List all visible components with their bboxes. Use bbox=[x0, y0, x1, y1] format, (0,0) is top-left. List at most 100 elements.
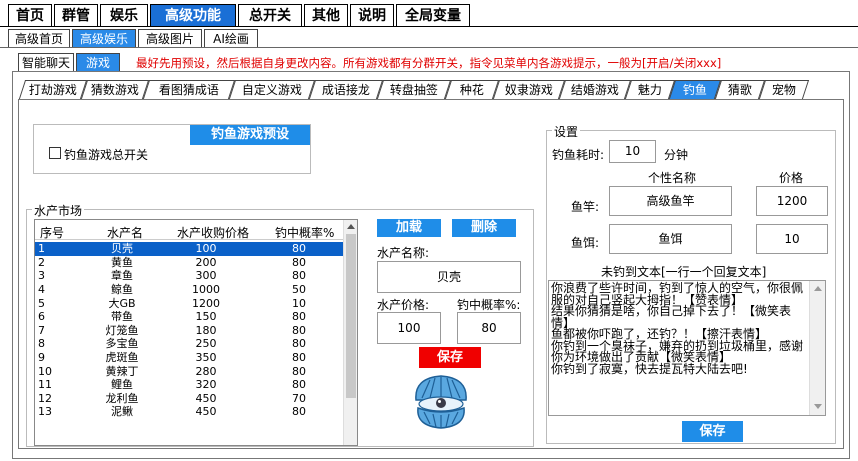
top-tab-divider bbox=[0, 26, 858, 27]
tab-guess-number[interactable]: 猜数游戏 bbox=[80, 80, 150, 99]
cell-probability: 80 bbox=[292, 323, 306, 337]
tab-help[interactable]: 说明 bbox=[350, 4, 394, 27]
tab-pets[interactable]: 宠物 bbox=[758, 80, 810, 99]
item-name-label: 水产名称: bbox=[377, 246, 430, 260]
cell-name: 鲤鱼 bbox=[111, 378, 133, 392]
cell-index: 9 bbox=[38, 351, 45, 365]
tab-wheel-draw[interactable]: 转盘抽签 bbox=[376, 80, 452, 99]
column-header-price: 水产收购价格 bbox=[177, 226, 250, 240]
cell-name: 龙利鱼 bbox=[105, 391, 139, 405]
cell-name: 大GB bbox=[108, 296, 136, 310]
cell-probability: 80 bbox=[292, 269, 306, 283]
delete-button[interactable]: 删除 bbox=[452, 219, 516, 237]
tab-fishing[interactable]: 钓鱼 bbox=[668, 80, 722, 99]
cell-probability: 50 bbox=[292, 283, 306, 297]
market-scrollbar[interactable] bbox=[343, 220, 357, 445]
load-button[interactable]: 加载 bbox=[377, 219, 441, 237]
tab-other[interactable]: 其他 bbox=[304, 4, 348, 27]
market-save-button[interactable]: 保存 bbox=[419, 347, 481, 368]
fishing-time-label: 钓鱼耗时: bbox=[552, 148, 605, 162]
tab-advanced[interactable]: 高级功能 bbox=[150, 4, 236, 27]
tab-robbery-game[interactable]: 打劫游戏 bbox=[18, 80, 88, 99]
item-price-input[interactable]: 100 bbox=[377, 312, 441, 344]
master-switch-label: 钓鱼游戏总开关 bbox=[64, 148, 149, 162]
scroll-down-icon[interactable] bbox=[814, 404, 822, 409]
tab-group-admin[interactable]: 群管 bbox=[54, 4, 98, 27]
cell-probability: 80 bbox=[292, 337, 306, 351]
table-row[interactable]: 5 大GB 1200 10 bbox=[35, 296, 343, 310]
cell-name: 黄辣丁 bbox=[105, 364, 139, 378]
cell-name: 章鱼 bbox=[111, 269, 133, 283]
table-row[interactable]: 8 多宝鱼 250 80 bbox=[35, 337, 343, 351]
tab-marriage-game[interactable]: 结婚游戏 bbox=[558, 80, 632, 99]
table-row[interactable]: 3 章鱼 300 80 bbox=[35, 269, 343, 283]
table-row[interactable]: 11 鲤鱼 320 80 bbox=[35, 378, 343, 392]
cell-price: 100 bbox=[157, 242, 255, 256]
tab-custom-game[interactable]: 自定义游戏 bbox=[228, 80, 316, 99]
tab-entertainment[interactable]: 娱乐 bbox=[100, 4, 148, 27]
tab-global-vars[interactable]: 全局变量 bbox=[396, 4, 470, 27]
rod-price-input[interactable]: 1200 bbox=[756, 186, 828, 216]
market-table[interactable]: 序号 水产名 水产收购价格 钓中概率% 1 贝壳 100 80 2 黄鱼 200 80 3 章鱼 3… bbox=[34, 219, 358, 446]
bait-price-input[interactable]: 10 bbox=[756, 224, 828, 254]
table-row[interactable]: 7 灯笼鱼 180 80 bbox=[35, 324, 343, 338]
miss-text-area[interactable]: 你浪费了些许时间，钓到了惊人的空气，你很佩服的对自己竖起大拇指！【赞表情】 结果… bbox=[548, 280, 826, 416]
tab-advanced-images[interactable]: 高级图片 bbox=[138, 29, 202, 48]
fishing-preset-button[interactable]: 钓鱼游戏预设 bbox=[190, 125, 310, 145]
miss-text-title: 未钓到文本[一行一个回复文本] bbox=[601, 265, 767, 279]
tab-smart-chat[interactable]: 智能聊天 bbox=[18, 53, 74, 72]
tab-games[interactable]: 游戏 bbox=[76, 53, 120, 72]
item-probability-input[interactable]: 80 bbox=[457, 312, 521, 344]
table-row[interactable]: 9 虎斑鱼 350 80 bbox=[35, 351, 343, 365]
tab-advanced-home[interactable]: 高级首页 bbox=[8, 29, 70, 48]
cell-name: 泥鳅 bbox=[111, 405, 133, 419]
tab-flowers[interactable]: 种花 bbox=[444, 80, 500, 99]
cell-probability: 10 bbox=[292, 296, 306, 310]
settings-save-button[interactable]: 保存 bbox=[682, 421, 743, 442]
cell-name: 贝壳 bbox=[87, 242, 157, 256]
bait-label: 鱼饵: bbox=[571, 236, 600, 250]
cell-index: 8 bbox=[38, 337, 45, 351]
tab-picture-idiom[interactable]: 看图猜成语 bbox=[142, 80, 236, 99]
tab-ai-drawing[interactable]: AI绘画 bbox=[204, 29, 258, 48]
fishing-time-input[interactable]: 10 bbox=[609, 140, 656, 163]
tab-guess-song[interactable]: 猜歌 bbox=[714, 80, 766, 99]
master-switch-checkbox[interactable] bbox=[49, 147, 61, 159]
scroll-up-icon[interactable] bbox=[814, 286, 822, 291]
cell-name: 多宝鱼 bbox=[105, 337, 139, 351]
cell-price: 200 bbox=[195, 255, 217, 269]
tab-charm[interactable]: 魅力 bbox=[624, 80, 676, 99]
cell-index: 6 bbox=[38, 310, 45, 324]
tab-home[interactable]: 首页 bbox=[8, 4, 52, 27]
tab-slave-game[interactable]: 奴隶游戏 bbox=[492, 80, 566, 99]
cell-index: 10 bbox=[38, 364, 52, 378]
table-row[interactable]: 1 贝壳 100 80 bbox=[35, 242, 343, 256]
tab-master-switch[interactable]: 总开关 bbox=[238, 4, 302, 27]
rod-name-input[interactable]: 高级鱼竿 bbox=[609, 186, 732, 216]
cell-price: 300 bbox=[195, 269, 217, 283]
miss-text-scrollbar[interactable] bbox=[809, 281, 825, 415]
cell-probability: 80 bbox=[292, 255, 306, 269]
table-row[interactable]: 2 黄鱼 200 80 bbox=[35, 256, 343, 270]
table-row[interactable]: 13 泥鳅 450 80 bbox=[35, 405, 343, 419]
table-row[interactable]: 10 黄辣丁 280 80 bbox=[35, 364, 343, 378]
notice-text: 最好先用预设，然后根据自身更改内容。所有游戏都有分群开关，指令见菜单内各游戏提示… bbox=[136, 56, 722, 70]
clam-pearl-icon bbox=[415, 375, 467, 429]
column-header-probability: 钓中概率% bbox=[275, 226, 335, 240]
cell-index: 4 bbox=[38, 283, 45, 297]
item-price-label: 水产价格: bbox=[377, 298, 430, 312]
tab-idiom-chain[interactable]: 成语接龙 bbox=[308, 80, 384, 99]
cell-probability: 80 bbox=[292, 310, 306, 324]
table-row[interactable]: 6 带鱼 150 80 bbox=[35, 310, 343, 324]
column-header-index: 序号 bbox=[40, 226, 65, 240]
table-row[interactable]: 4 鲸鱼 1000 50 bbox=[35, 283, 343, 297]
tab-advanced-entertainment[interactable]: 高级娱乐 bbox=[72, 29, 136, 48]
bait-name-input[interactable]: 鱼饵 bbox=[609, 224, 732, 254]
table-row[interactable]: 12 龙利鱼 450 70 bbox=[35, 392, 343, 406]
item-name-input[interactable]: 贝壳 bbox=[377, 261, 521, 293]
cell-price: 450 bbox=[195, 391, 217, 405]
cell-probability: 80 bbox=[292, 405, 306, 419]
scroll-thumb[interactable] bbox=[346, 234, 356, 398]
scroll-up-icon[interactable] bbox=[347, 224, 355, 229]
market-table-header: 序号 水产名 水产收购价格 钓中概率% bbox=[35, 220, 343, 240]
